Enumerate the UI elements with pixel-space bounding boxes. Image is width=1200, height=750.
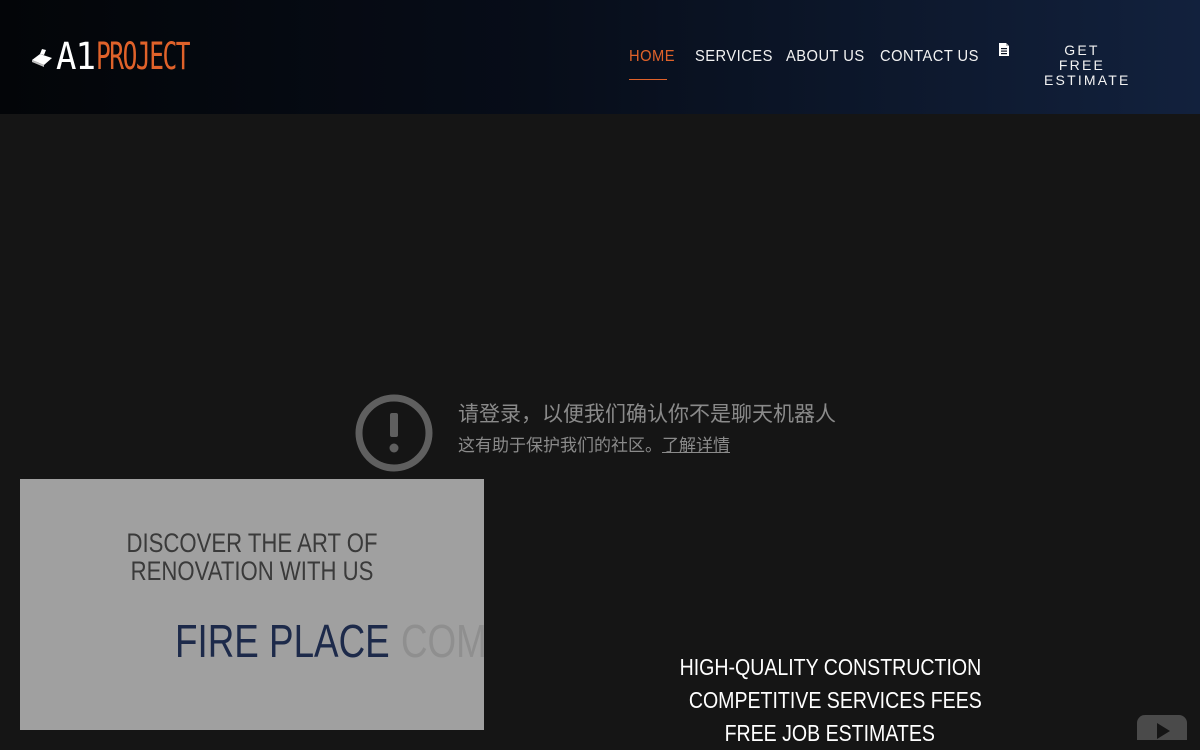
nav-active-underline [629,79,667,80]
feature-item: HIGH-QUALITY CONSTRUCTION [679,654,981,680]
rotating-word-current: FIRE PLACE [175,615,390,667]
features-list: HIGH-QUALITY CONSTRUCTION COMPETITIVE SE… [480,651,1180,750]
rotating-word-next: COMERC [400,615,484,667]
nav-item-home[interactable]: HOME [629,48,675,66]
feature-item: COMPETITIVE SERVICES FEES [688,687,982,713]
estimate-line-1: GET FREE [1058,42,1106,73]
get-free-estimate-button[interactable]: GET FREE ESTIMATE [1044,42,1131,88]
notice-title: 请登录，以便我们确认你不是聊天机器人 [458,402,836,426]
notice-text: 请登录，以便我们确认你不是聊天机器人 这有助于保护我们的社区。了解详情 [458,401,836,473]
login-required-notice: 请登录，以便我们确认你不是聊天机器人 这有助于保护我们的社区。了解详情 [354,393,836,473]
site-header: A1 PROJECT HOME SERVICES ABOUT US CONTAC… [0,0,1200,114]
notice-subtitle-text: 这有助于保护我们的社区。 [458,436,662,456]
estimate-line-2: ESTIMATE [1044,72,1131,88]
nav-item-about-us[interactable]: ABOUT US [786,48,865,66]
nav-item-contact-us[interactable]: CONTACT US [880,48,979,66]
promo-panel: DISCOVER THE ART OF RENOVATION WITH US F… [20,479,484,730]
promo-heading: DISCOVER THE ART OF RENOVATION WITH US [126,528,378,586]
document-icon [999,43,1009,56]
learn-more-link[interactable]: 了解详情 [662,436,730,456]
feature-item: FREE JOB ESTIMATES [724,720,936,746]
nav-item-services[interactable]: SERVICES [695,48,773,66]
rotating-service-text: FIRE PLACECOMERC [175,615,484,667]
play-triangle [1157,723,1170,739]
exclamation-circle-icon [355,394,433,472]
notice-subtitle: 这有助于保护我们的社区。了解详情 [458,435,836,457]
main-nav: HOME SERVICES ABOUT US CONTACT US GET FR… [0,0,1200,114]
youtube-play-icon[interactable] [1137,715,1187,740]
